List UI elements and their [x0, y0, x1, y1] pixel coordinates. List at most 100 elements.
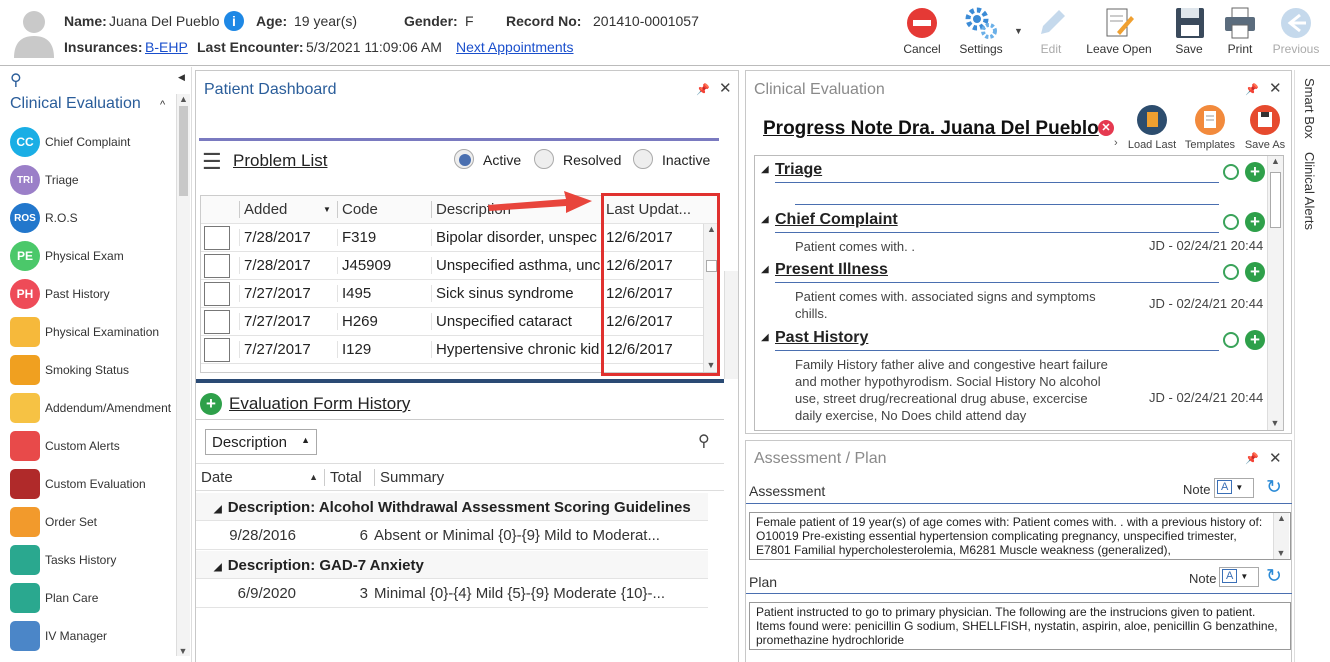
sidebar-item-iv-manager[interactable]: IV Manager: [10, 618, 180, 654]
radio-active[interactable]: [454, 149, 474, 169]
group-header[interactable]: ◢ Description: Alcohol Withdrawal Assessm…: [196, 493, 708, 521]
insurances-label: Insurances:: [64, 39, 143, 55]
sidebar-item-order-set[interactable]: Order Set: [10, 504, 180, 540]
insurance-link[interactable]: B-EHP: [145, 39, 188, 55]
expand-icon[interactable]: ◢: [214, 562, 222, 573]
item-icon: [10, 431, 40, 461]
note-scroll-thumb[interactable]: [1270, 172, 1281, 228]
pin-icon[interactable]: 📌: [1245, 83, 1259, 96]
next-appointments-link[interactable]: Next Appointments: [456, 39, 574, 55]
section-title[interactable]: Triage: [775, 161, 822, 179]
sidebar-item-custom-evaluation[interactable]: Custom Evaluation: [10, 466, 180, 502]
sidebar-item-smoking-status[interactable]: Smoking Status: [10, 352, 180, 388]
sidebar-item-custom-alerts[interactable]: Custom Alerts: [10, 428, 180, 464]
col-date[interactable]: Date ▲: [196, 469, 324, 486]
assessment-note-dropdown[interactable]: A ▼: [1214, 478, 1254, 498]
col-code[interactable]: Code: [337, 201, 431, 218]
radio-resolved[interactable]: [534, 149, 554, 169]
sidebar-item-tasks-history[interactable]: Tasks History: [10, 542, 180, 578]
close-icon[interactable]: ✕: [1269, 79, 1282, 97]
dashboard-scrollbar[interactable]: [724, 271, 738, 379]
sidebar-item-r-o-s[interactable]: ROS R.O.S: [10, 200, 180, 236]
search-icon[interactable]: ⚲: [10, 70, 22, 90]
collapse-icon[interactable]: ◢: [761, 214, 769, 225]
more-icon[interactable]: ›: [1114, 137, 1118, 149]
refresh-icon[interactable]: ↻: [1266, 565, 1282, 588]
sidebar-item-plan-care[interactable]: Plan Care: [10, 580, 180, 616]
list-item[interactable]: 9/28/2016 6 Absent or Minimal {0}-{9} Mild…: [196, 522, 708, 550]
add-icon[interactable]: +: [1245, 330, 1265, 350]
radio-inactive[interactable]: [633, 149, 653, 169]
save-as-icon: [1250, 105, 1280, 135]
menu-icon[interactable]: ☰: [202, 149, 222, 175]
settings-button[interactable]: Settings: [951, 6, 1011, 62]
note-title[interactable]: Progress Note Dra. Juana Del Pueblo: [763, 118, 1099, 140]
list-item[interactable]: 6/9/2020 3 Minimal {0}-{4} Mild {5}-{9} Mo…: [196, 580, 708, 608]
tab-clinical-alerts[interactable]: Clinical Alerts: [1302, 152, 1317, 230]
age-label: Age:: [256, 13, 288, 29]
collapse-sidebar-icon[interactable]: ◀: [178, 72, 185, 83]
note-scrollbar[interactable]: ▲ ▼: [1267, 156, 1283, 430]
add-icon[interactable]: +: [1245, 212, 1265, 232]
section-title[interactable]: Chief Complaint: [775, 211, 898, 229]
assessment-scrollbar[interactable]: ▲ ▼: [1273, 513, 1289, 559]
row-checkbox[interactable]: [204, 281, 230, 306]
section-text: Patient comes with. .: [795, 239, 915, 254]
refresh-icon[interactable]: ↻: [1266, 476, 1282, 499]
load-last-button[interactable]: Load Last: [1124, 105, 1180, 151]
pencil-icon: [1033, 6, 1069, 40]
add-icon[interactable]: +: [1245, 262, 1265, 282]
sidebar-item-past-history[interactable]: PH Past History: [10, 276, 180, 312]
clock-icon[interactable]: [1223, 214, 1239, 230]
sidebar-item-triage[interactable]: TRI Triage: [10, 162, 180, 198]
col-total[interactable]: Total: [324, 468, 374, 486]
edit-button[interactable]: Edit: [1021, 6, 1081, 62]
row-checkbox[interactable]: [204, 225, 230, 250]
search-history-icon[interactable]: ⚲: [698, 431, 710, 451]
expand-icon[interactable]: ◢: [214, 504, 222, 515]
sidebar-item-physical-examination[interactable]: Physical Examination: [10, 314, 180, 350]
row-checkbox[interactable]: [204, 309, 230, 334]
problem-list-title[interactable]: Problem List: [233, 151, 327, 171]
collapse-icon[interactable]: ◢: [761, 332, 769, 343]
add-evaluation-icon[interactable]: +: [200, 393, 222, 415]
print-button[interactable]: Print: [1210, 6, 1270, 62]
row-checkbox[interactable]: [204, 253, 230, 278]
close-icon[interactable]: ✕: [1269, 449, 1282, 467]
col-summary[interactable]: Summary: [374, 468, 704, 486]
templates-button[interactable]: Templates: [1182, 105, 1238, 151]
chevron-up-icon[interactable]: ^: [160, 99, 165, 111]
section-title[interactable]: Present Illness: [775, 261, 888, 279]
evaluation-history-title[interactable]: Evaluation Form History: [229, 394, 410, 414]
tab-smart-box[interactable]: Smart Box: [1302, 78, 1317, 139]
section-title[interactable]: Past History: [775, 329, 868, 347]
group-by-selector[interactable]: Description ▲: [205, 429, 317, 455]
plan-note-dropdown[interactable]: A ▼: [1219, 567, 1259, 587]
info-icon[interactable]: i: [224, 11, 244, 31]
clock-icon[interactable]: [1223, 332, 1239, 348]
plan-textbox[interactable]: Patient instructed to go to primary phys…: [749, 602, 1291, 650]
cancel-button[interactable]: Cancel: [892, 6, 952, 62]
clock-icon[interactable]: [1223, 164, 1239, 180]
group-header[interactable]: ◢ Description: GAD-7 Anxiety: [196, 551, 708, 579]
printer-icon: [1222, 6, 1258, 40]
row-checkbox[interactable]: [204, 337, 230, 362]
sidebar-item-addendum-amendment[interactable]: Addendum/Amendment: [10, 390, 180, 426]
previous-button[interactable]: Previous: [1266, 6, 1326, 62]
collapse-icon[interactable]: ◢: [761, 264, 769, 275]
patient-avatar-icon: [12, 8, 56, 58]
close-icon[interactable]: ✕: [719, 79, 732, 97]
collapse-icon[interactable]: ◢: [761, 164, 769, 175]
assessment-textbox[interactable]: Female patient of 19 year(s) of age come…: [749, 512, 1291, 560]
save-as-button[interactable]: Save As: [1239, 105, 1291, 151]
add-icon[interactable]: +: [1245, 162, 1265, 182]
sidebar-item-chief-complaint[interactable]: CC Chief Complaint: [10, 124, 180, 160]
sidebar-item-physical-exam[interactable]: PE Physical Exam: [10, 238, 180, 274]
assessment-plan-title: Assessment / Plan: [754, 450, 887, 467]
remove-note-icon[interactable]: ✕: [1098, 120, 1114, 136]
pin-icon[interactable]: 📌: [1245, 452, 1259, 465]
clock-icon[interactable]: [1223, 264, 1239, 280]
pin-icon[interactable]: 📌: [696, 83, 710, 96]
leave-open-button[interactable]: Leave Open: [1084, 6, 1154, 62]
sidebar-scroll-thumb[interactable]: [179, 106, 188, 196]
